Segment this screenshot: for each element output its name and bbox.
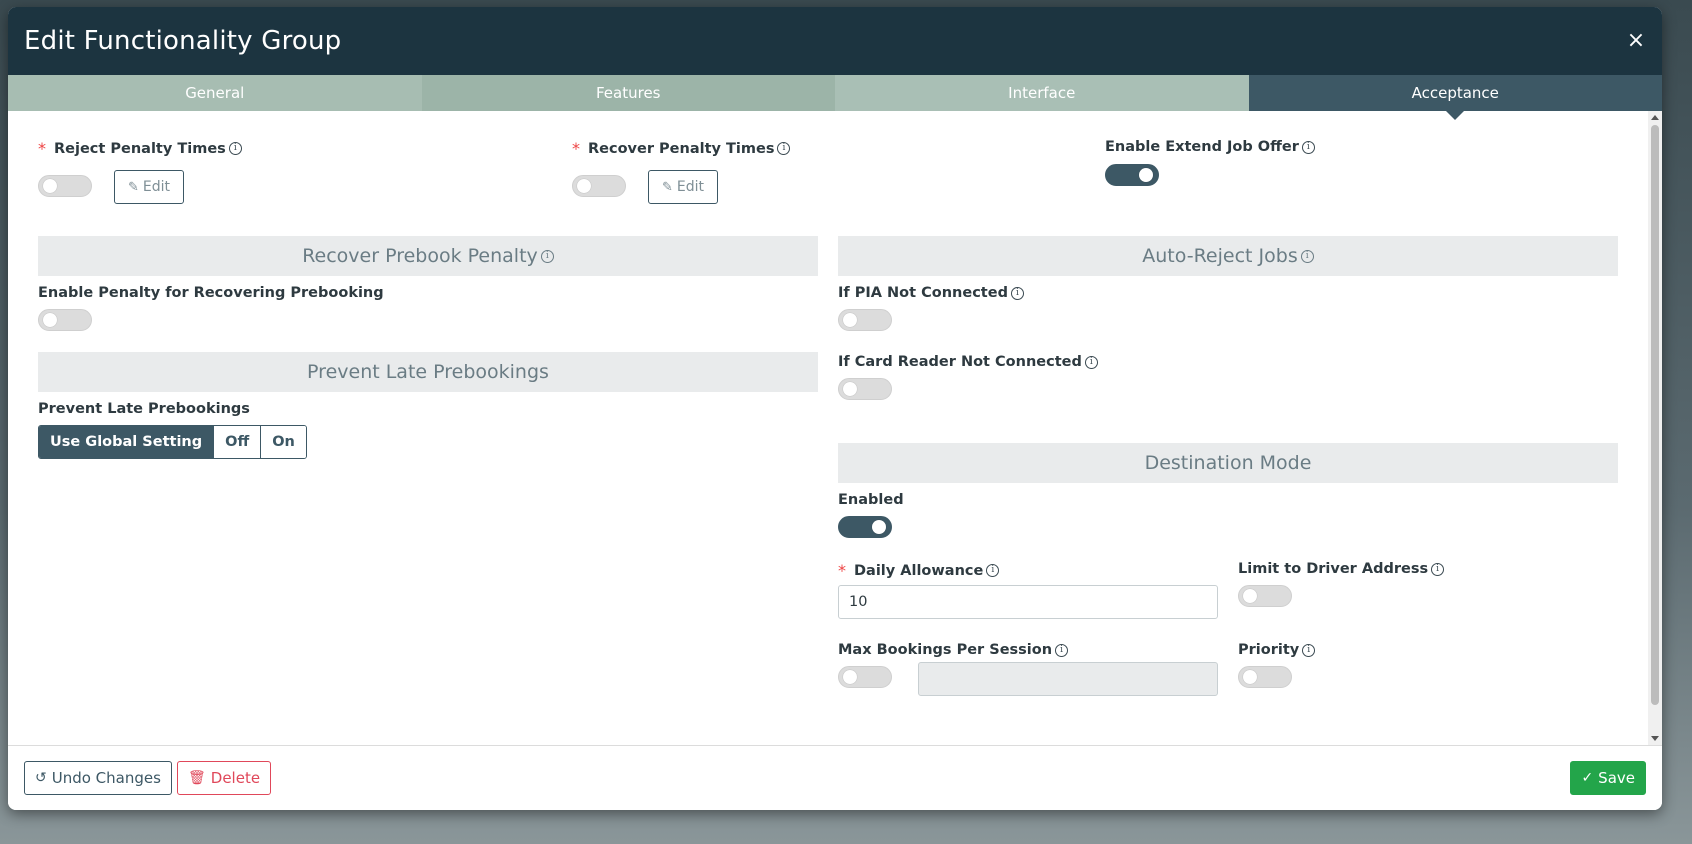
tab-general[interactable]: General (8, 75, 422, 111)
daily-allowance-input[interactable]: 10 (838, 585, 1218, 619)
reject-penalty-label-row: * Reject Penalty Times i (38, 139, 242, 158)
max-bookings-input[interactable] (918, 662, 1218, 696)
pencil-icon: ✎ (661, 179, 673, 195)
required-marker: * (38, 139, 46, 158)
scrollbar-thumb[interactable] (1651, 125, 1659, 705)
edit-functionality-group-modal: Edit Functionality Group × General Featu… (8, 7, 1662, 810)
extend-job-offer-label-row: Enable Extend Job Offer i (1105, 139, 1315, 155)
scroll-up-arrow-icon[interactable] (1651, 115, 1659, 120)
pia-not-connected-label-row: If PIA Not Connected i (838, 285, 1024, 301)
toggle-knob (43, 313, 57, 327)
info-icon[interactable]: i (228, 142, 242, 155)
prevent-late-title: Prevent Late Prebookings (307, 361, 549, 383)
info-icon[interactable]: i (1300, 249, 1314, 263)
recover-prebook-section-header: Recover Prebook Penalty i (38, 236, 818, 276)
undo-icon: ↺ (35, 770, 47, 786)
prevent-late-section-header: Prevent Late Prebookings (38, 352, 818, 392)
required-marker: * (838, 561, 846, 580)
max-bookings-toggle[interactable] (838, 666, 892, 688)
limit-driver-address-label: Limit to Driver Address (1238, 561, 1429, 577)
info-icon[interactable]: i (1431, 562, 1445, 576)
info-icon[interactable]: i (777, 142, 791, 155)
use-global-setting-option[interactable]: Use Global Setting (39, 426, 214, 458)
toggle-knob (1243, 589, 1257, 603)
prevent-late-segmented-control: Use Global Setting Off On (38, 425, 307, 459)
auto-reject-title: Auto-Reject Jobs (1142, 245, 1298, 267)
pia-not-connected-label: If PIA Not Connected (838, 285, 1008, 301)
priority-label-row: Priority i (1238, 642, 1316, 658)
recover-penalty-label-row: * Recover Penalty Times i (572, 139, 791, 158)
tab-bar: General Features Interface Acceptance (8, 75, 1662, 120)
reject-penalty-toggle[interactable] (38, 175, 92, 197)
max-bookings-label-row: Max Bookings Per Session i (838, 642, 1069, 658)
required-marker: * (572, 139, 580, 158)
auto-reject-section-header: Auto-Reject Jobs i (838, 236, 1618, 276)
card-reader-label-row: If Card Reader Not Connected i (838, 354, 1098, 370)
limit-driver-address-label-row: Limit to Driver Address i (1238, 561, 1445, 577)
destination-enabled-toggle[interactable] (838, 516, 892, 538)
save-button[interactable]: ✓ Save (1570, 761, 1646, 795)
card-reader-label: If Card Reader Not Connected (838, 354, 1082, 370)
tab-features[interactable]: Features (421, 75, 835, 111)
modal-header: Edit Functionality Group × (8, 7, 1662, 75)
toggle-knob (843, 670, 857, 684)
edit-button-label: Edit (676, 179, 705, 195)
save-label: Save (1598, 769, 1635, 787)
extend-job-offer-toggle[interactable] (1105, 164, 1159, 186)
toggle-knob (577, 179, 591, 193)
priority-label: Priority (1238, 642, 1300, 658)
info-icon[interactable]: i (1301, 140, 1315, 154)
undo-changes-label: Undo Changes (51, 769, 161, 787)
toggle-knob (43, 179, 57, 193)
info-icon[interactable]: i (1302, 643, 1316, 657)
close-icon[interactable]: × (1624, 29, 1648, 53)
toggle-knob (1139, 168, 1153, 182)
info-icon[interactable]: i (1055, 643, 1069, 657)
toggle-knob (1243, 670, 1257, 684)
info-icon[interactable]: i (1084, 355, 1098, 369)
limit-driver-address-toggle[interactable] (1238, 585, 1292, 607)
priority-toggle[interactable] (1238, 666, 1292, 688)
reject-penalty-edit-button[interactable]: ✎ Edit (114, 170, 184, 204)
off-option[interactable]: Off (213, 426, 261, 458)
destination-mode-title: Destination Mode (1144, 452, 1312, 474)
toggle-knob (872, 520, 886, 534)
modal-footer: ↺ Undo Changes 🗑 Delete ✓ Save (8, 745, 1662, 810)
tab-interface[interactable]: Interface (835, 75, 1249, 111)
extend-job-offer-label: Enable Extend Job Offer (1105, 139, 1299, 155)
pencil-icon: ✎ (127, 179, 139, 195)
reject-penalty-label: Reject Penalty Times (54, 140, 226, 157)
toggle-knob (843, 382, 857, 396)
delete-button[interactable]: 🗑 Delete (177, 761, 272, 795)
destination-enabled-label: Enabled (838, 492, 904, 508)
edit-button-label: Edit (142, 179, 171, 195)
modal-title: Edit Functionality Group (24, 26, 342, 56)
tab-acceptance[interactable]: Acceptance (1248, 75, 1662, 120)
info-icon[interactable]: i (540, 249, 554, 263)
prevent-late-field-label: Prevent Late Prebookings (38, 401, 250, 417)
modal-body: * Reject Penalty Times i ✎ Edit * Recove… (8, 111, 1662, 745)
enable-recover-prebook-toggle[interactable] (38, 309, 92, 331)
pia-not-connected-toggle[interactable] (838, 309, 892, 331)
info-icon[interactable]: i (986, 564, 1000, 577)
max-bookings-label: Max Bookings Per Session (838, 642, 1053, 658)
check-circle-icon: ✓ (1581, 770, 1594, 786)
destination-mode-section-header: Destination Mode (838, 443, 1618, 483)
delete-label: Delete (210, 769, 261, 787)
recover-penalty-edit-button[interactable]: ✎ Edit (648, 170, 718, 204)
recover-penalty-label: Recover Penalty Times (588, 140, 775, 157)
recover-penalty-toggle[interactable] (572, 175, 626, 197)
info-icon[interactable]: i (1010, 286, 1024, 300)
vertical-scrollbar[interactable] (1648, 111, 1662, 745)
daily-allowance-label-row: * Daily Allowance i (838, 561, 1000, 580)
toggle-knob (843, 313, 857, 327)
recover-prebook-title: Recover Prebook Penalty (302, 245, 538, 267)
trash-icon: 🗑 (188, 770, 206, 786)
daily-allowance-label: Daily Allowance (854, 562, 984, 579)
enable-recover-prebook-label: Enable Penalty for Recovering Prebooking (38, 285, 384, 301)
card-reader-toggle[interactable] (838, 378, 892, 400)
undo-changes-button[interactable]: ↺ Undo Changes (24, 761, 172, 795)
on-option[interactable]: On (260, 426, 306, 458)
scroll-down-arrow-icon[interactable] (1651, 736, 1659, 741)
